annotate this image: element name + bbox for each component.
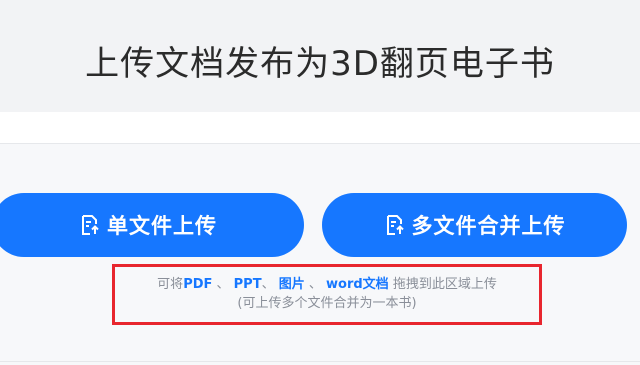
divider bbox=[0, 361, 640, 362]
upload-doc-icon bbox=[384, 214, 406, 236]
drop-zone-instructions: 可将PDF 、 PPT、 图片 、 word文档 拖拽到此区域上传 bbox=[157, 276, 497, 294]
multi-upload-label: 多文件合并上传 bbox=[411, 214, 566, 238]
drop-zone-hint: (可上传多个文件合并为一本书) bbox=[237, 296, 417, 311]
separator: 、 bbox=[304, 277, 327, 292]
separator: 、 bbox=[261, 277, 279, 292]
page-title: 上传文档发布为3D翻页电子书 bbox=[85, 44, 555, 84]
format-image: 图片 bbox=[278, 277, 305, 292]
drop-zone[interactable]: 可将PDF 、 PPT、 图片 、 word文档 拖拽到此区域上传 (可上传多个… bbox=[112, 264, 542, 325]
separator: 、 bbox=[212, 277, 234, 292]
multi-file-merge-upload-button[interactable]: 多文件合并上传 bbox=[322, 193, 627, 257]
header: 上传文档发布为3D翻页电子书 bbox=[0, 0, 640, 112]
upload-doc-icon bbox=[79, 214, 101, 236]
format-pdf: PDF bbox=[183, 277, 213, 292]
format-ppt: PPT bbox=[233, 277, 262, 292]
text-suffix: 拖拽到此区域上传 bbox=[388, 277, 497, 292]
format-word: word文档 bbox=[326, 277, 389, 292]
single-file-upload-button[interactable]: 单文件上传 bbox=[0, 193, 304, 257]
single-upload-label: 单文件上传 bbox=[107, 214, 217, 238]
text-prefix: 可将 bbox=[157, 277, 184, 292]
